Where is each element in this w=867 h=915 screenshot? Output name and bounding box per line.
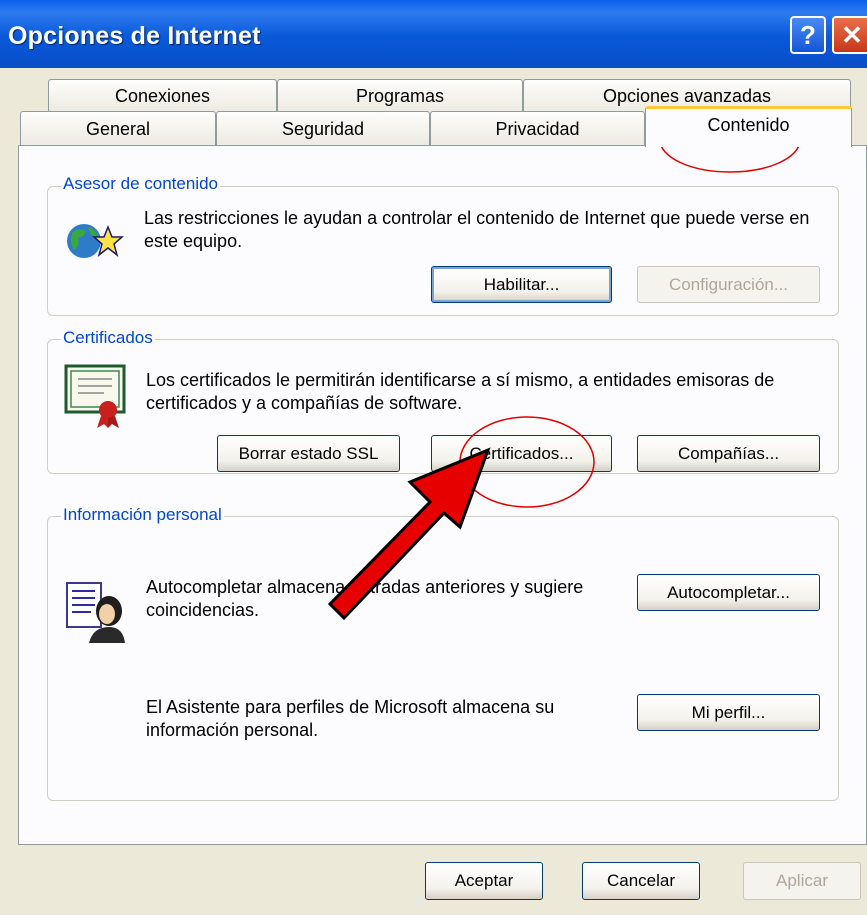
globe-star-icon [64, 219, 128, 268]
close-button[interactable]: ✕ [832, 16, 867, 54]
certificates-label: Certificados [61, 328, 155, 348]
autocomplete-text: Autocompletar almacena entradas anterior… [146, 577, 584, 620]
tab-panel: Asesor de contenido Las restricciones le… [18, 145, 867, 845]
personal-info-label: Información personal [61, 505, 224, 525]
tab-seguridad[interactable]: Seguridad [216, 111, 430, 146]
publishers-button[interactable]: Compañías... [637, 435, 820, 472]
tab-programas[interactable]: Programas [277, 79, 523, 112]
my-profile-button[interactable]: Mi perfil... [637, 694, 820, 731]
content-advisor-label: Asesor de contenido [61, 174, 220, 194]
profile-text: El Asistente para perfiles de Microsoft … [146, 697, 555, 740]
settings-button[interactable]: Configuración... [637, 266, 820, 303]
window-title: Opciones de Internet [8, 22, 261, 50]
certificates-text: Los certificados le permitirán identific… [146, 370, 775, 413]
certificates-button[interactable]: Certificados... [431, 435, 612, 472]
ok-button[interactable]: Aceptar [425, 862, 543, 900]
enable-button[interactable]: Habilitar... [431, 266, 612, 303]
content-advisor-text: Las restricciones le ayudan a controlar … [144, 208, 810, 251]
clear-ssl-button[interactable]: Borrar estado SSL [217, 435, 400, 472]
tab-conexiones[interactable]: Conexiones [48, 79, 277, 112]
tab-general[interactable]: General [20, 111, 216, 146]
title-bar: Opciones de Internet ? ✕ [0, 0, 867, 68]
help-button[interactable]: ? [790, 16, 826, 54]
personal-info-group [47, 516, 839, 801]
certificate-icon [64, 364, 126, 435]
cancel-button[interactable]: Cancelar [582, 862, 700, 900]
apply-button[interactable]: Aplicar [743, 862, 861, 900]
profile-document-icon [65, 579, 127, 650]
autocomplete-button[interactable]: Autocompletar... [637, 574, 820, 611]
tab-privacidad[interactable]: Privacidad [430, 111, 645, 146]
tab-contenido[interactable]: Contenido [645, 106, 852, 147]
